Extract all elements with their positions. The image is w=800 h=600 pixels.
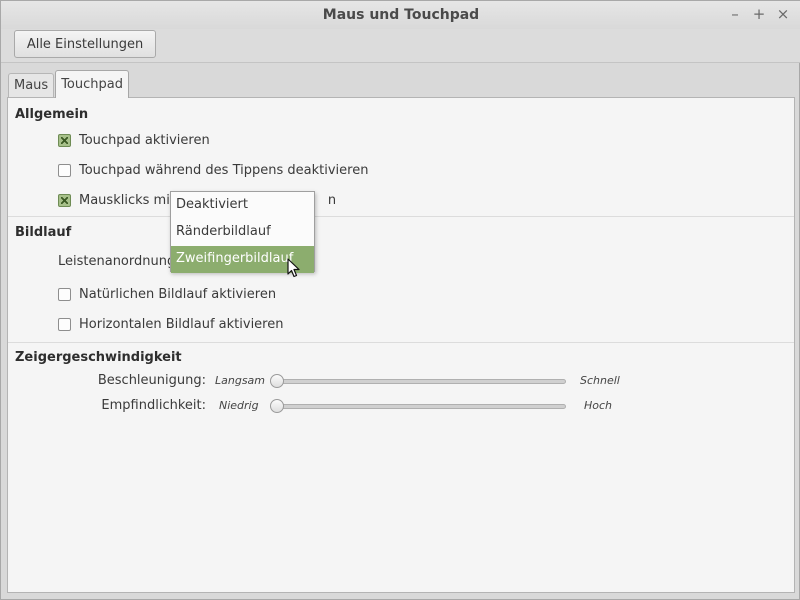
maximize-button[interactable]: + xyxy=(751,5,767,23)
checkbox-disable-while-typing[interactable] xyxy=(58,164,71,177)
acceleration-min-label: Langsam xyxy=(215,374,266,387)
sensitivity-label: Empfindlichkeit: xyxy=(101,398,206,413)
acceleration-max-label: Schnell xyxy=(580,374,620,387)
scroll-layout-label: Leistenanordnung xyxy=(58,254,176,269)
option-label: Touchpad aktivieren xyxy=(79,133,210,148)
option-label: Horizontalen Bildlauf aktivieren xyxy=(79,317,284,332)
option-label-prefix: Mausklicks mit xyxy=(79,193,175,208)
toolbar: Alle Einstellungen xyxy=(1,29,800,63)
option-natural-scrolling[interactable]: Natürlichen Bildlauf aktivieren xyxy=(58,287,276,302)
sensitivity-slider-row: Empfindlichkeit: Niedrig Hoch xyxy=(8,396,794,416)
option-enable-touchpad[interactable]: Touchpad aktivieren xyxy=(58,133,210,148)
option-label: Touchpad während des Tippens deaktiviere… xyxy=(79,163,369,178)
dropdown-item-disabled[interactable]: Deaktiviert xyxy=(171,192,314,219)
section-title-pointer-speed: Zeigergeschwindigkeit xyxy=(15,350,182,365)
sensitivity-slider[interactable] xyxy=(272,404,566,409)
checkbox-enable-touchpad[interactable] xyxy=(58,134,71,147)
sensitivity-min-label: Niedrig xyxy=(219,399,259,412)
option-label-suffix: n xyxy=(327,193,337,208)
separator xyxy=(8,342,794,343)
section-title-scrolling: Bildlauf xyxy=(15,225,72,240)
checkbox-horizontal-scrolling[interactable] xyxy=(58,318,71,331)
tab-touchpad[interactable]: Touchpad xyxy=(55,70,129,98)
all-settings-button[interactable]: Alle Einstellungen xyxy=(14,30,156,58)
window-controls: – + × xyxy=(727,5,791,23)
checkbox-tap-to-click[interactable] xyxy=(58,194,71,207)
option-label: Natürlichen Bildlauf aktivieren xyxy=(79,287,277,302)
touchpad-panel: Allgemein Touchpad aktivieren Touchpad w… xyxy=(7,97,795,593)
minimize-button[interactable]: – xyxy=(727,5,743,23)
tab-bar: Maus Touchpad xyxy=(8,70,130,98)
checkbox-natural-scrolling[interactable] xyxy=(58,288,71,301)
acceleration-label: Beschleunigung: xyxy=(97,373,206,388)
window-title: Maus und Touchpad xyxy=(322,7,480,23)
close-button[interactable]: × xyxy=(775,5,791,23)
acceleration-slider[interactable] xyxy=(272,379,566,384)
option-disable-while-typing[interactable]: Touchpad während des Tippens deaktiviere… xyxy=(58,163,368,178)
acceleration-slider-handle[interactable] xyxy=(270,374,284,388)
sensitivity-max-label: Hoch xyxy=(584,399,613,412)
separator xyxy=(8,216,794,217)
tab-mouse[interactable]: Maus xyxy=(8,73,55,97)
acceleration-slider-row: Beschleunigung: Langsam Schnell xyxy=(8,371,794,391)
arrow-pointer-icon xyxy=(287,258,300,278)
dropdown-item-edge-scrolling[interactable]: Ränderbildlauf xyxy=(171,219,314,246)
app-window: Maus und Touchpad – + × Alle Einstellung… xyxy=(0,0,800,600)
option-horizontal-scrolling[interactable]: Horizontalen Bildlauf aktivieren xyxy=(58,317,283,332)
section-title-general: Allgemein xyxy=(15,107,89,122)
title-bar[interactable]: Maus und Touchpad – + × xyxy=(1,1,800,29)
sensitivity-slider-handle[interactable] xyxy=(270,399,284,413)
